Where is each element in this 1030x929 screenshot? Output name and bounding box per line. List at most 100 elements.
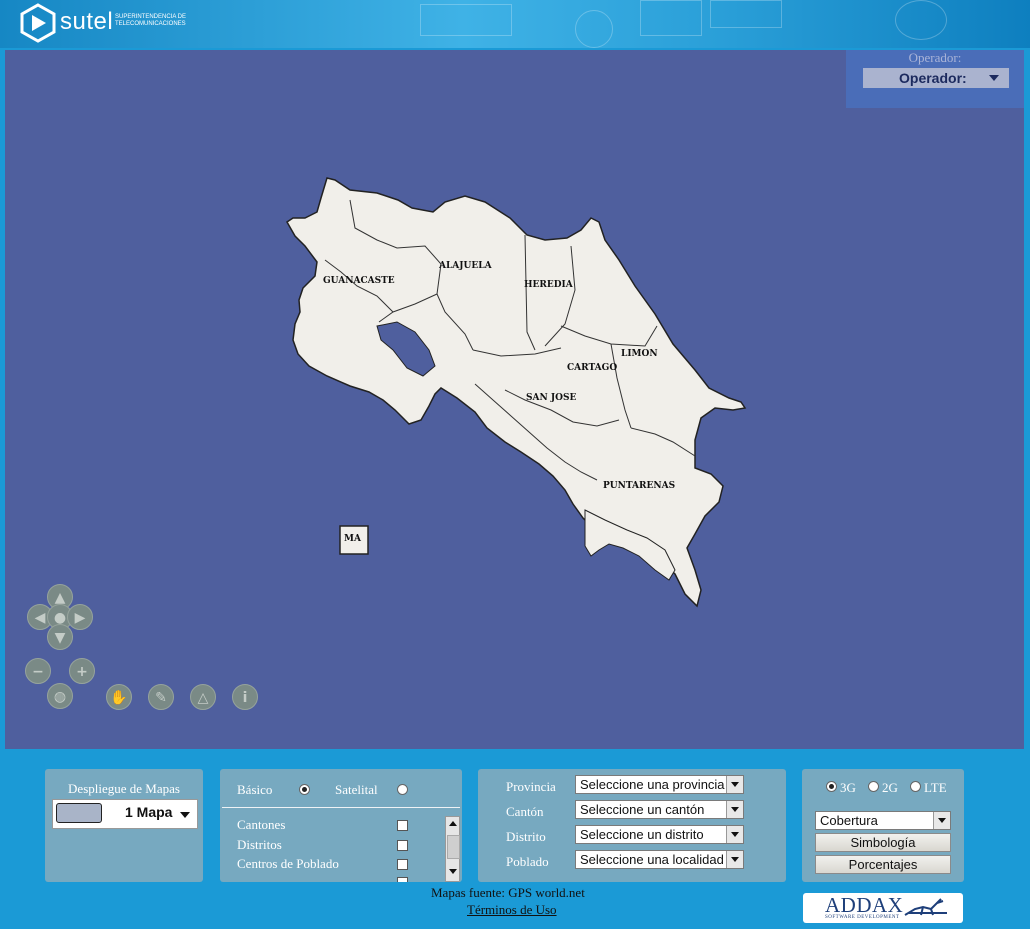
banner-decoration <box>575 10 613 48</box>
provincia-select-value: Seleccione una provincia <box>580 777 725 792</box>
provincia-select[interactable]: Seleccione una provincia <box>575 775 744 794</box>
satellite-radio[interactable] <box>397 784 408 795</box>
antelope-icon <box>904 898 947 916</box>
island-label-text: MA <box>344 534 362 544</box>
province-label-san-jose: SAN JOSE <box>526 390 596 409</box>
pan-down-button[interactable]: ▼ <box>47 624 73 650</box>
layer-checkbox-distritos[interactable] <box>397 840 408 851</box>
island-label: MA <box>344 531 368 550</box>
coverage-select[interactable]: Cobertura <box>815 811 951 830</box>
province-label: SAN JOSE <box>526 393 576 403</box>
filters-panel: Provincia Seleccione una provincia Cantó… <box>478 769 786 882</box>
canton-select-value: Seleccione un cantón <box>580 802 705 817</box>
layer-label-partial: — — — — — — <box>237 874 332 882</box>
basic-label: Básico <box>237 782 273 797</box>
province-label: CARTAGO <box>567 363 617 373</box>
tech-2g-radio[interactable] <box>868 781 879 792</box>
distrito-label: Distrito <box>506 829 546 844</box>
province-label-guanacaste: GUANACASTE <box>323 273 413 290</box>
satellite-label: Satelital <box>335 782 378 797</box>
layer-label-distritos: Distritos <box>237 837 282 852</box>
province-label-text: GUANACASTE <box>323 276 395 286</box>
chevron-down-icon <box>180 812 190 818</box>
province-label-heredia: HEREDIA <box>524 277 594 296</box>
brand-name: sutel <box>60 8 114 35</box>
percentages-button[interactable]: Porcentajes <box>815 855 951 874</box>
info-icon[interactable]: i <box>232 684 258 710</box>
brand-subtitle-line: TELECOMUNICACIONES <box>115 21 186 27</box>
tech-3g-label: 3G <box>840 780 856 795</box>
banner-decoration <box>640 0 702 36</box>
layer-checkbox-partial[interactable] <box>397 877 408 882</box>
scroll-thumb[interactable] <box>447 835 460 859</box>
layer-checkbox-cantones[interactable] <box>397 820 408 831</box>
area-measure-icon[interactable]: △ <box>190 684 216 710</box>
province-label-text: SAN JOSE <box>526 393 576 403</box>
zoom-in-button[interactable]: + <box>69 658 95 684</box>
banner-decoration <box>710 0 782 28</box>
distrito-select-value: Seleccione un distrito <box>580 827 704 842</box>
globe-icon[interactable]: ◍ <box>47 683 73 709</box>
terms-link[interactable]: Términos de Uso <box>467 902 557 918</box>
poblado-label: Poblado <box>506 854 549 869</box>
scroll-down-icon[interactable] <box>449 869 457 874</box>
layer-label-cantones: Cantones <box>237 817 286 832</box>
map-viewport[interactable]: GUANACASTE ALAJUELA HEREDIA LIMON CARTAG… <box>5 50 1024 749</box>
coverage-select-value: Cobertura <box>820 813 878 828</box>
provincia-label: Provincia <box>506 779 556 794</box>
province-label: GUANACASTE <box>323 276 395 286</box>
operator-label: Operador: <box>908 50 962 65</box>
province-label-text: ALAJUELA <box>439 261 493 271</box>
province-label-alajuela: ALAJUELA <box>438 258 519 277</box>
costa-rica-map[interactable] <box>5 50 1024 749</box>
map-count-select[interactable]: 1 Mapa <box>52 799 198 829</box>
layers-scrollbar[interactable] <box>445 816 460 882</box>
tech-lte-radio[interactable] <box>910 781 921 792</box>
province-label-text: HEREDIA <box>524 280 574 290</box>
chevron-down-icon <box>726 826 743 843</box>
chevron-down-icon <box>726 776 743 793</box>
layer-checkbox-centros[interactable] <box>397 859 408 870</box>
brand-subtitle-line: SUPERINTENDENCIA DE <box>115 14 187 20</box>
scroll-up-icon[interactable] <box>449 821 457 826</box>
poblado-select[interactable]: Seleccione una localidad <box>575 850 744 869</box>
basic-radio[interactable] <box>299 784 310 795</box>
banner-decoration <box>895 0 947 40</box>
layers-panel: Básico Satelital Cantones Distritos Cent… <box>220 769 462 882</box>
tech-3g-radio[interactable] <box>826 781 837 792</box>
province-label-cartago: CARTAGO <box>567 360 637 379</box>
province-label: PUNTARENAS <box>603 481 675 491</box>
chevron-down-icon <box>726 851 743 868</box>
map-source-text: Mapas fuente: GPS world.net <box>431 885 585 900</box>
ruler-icon[interactable]: ✎ <box>148 684 174 710</box>
addax-logo[interactable]: ADDAX SOFTWARE DEVELOPMENT <box>803 893 963 923</box>
province-label-puntarenas: PUNTARENAS <box>603 478 693 497</box>
display-panel: Despliegue de Mapas 1 Mapa <box>45 769 203 882</box>
province-label-text: LIMON <box>621 349 658 359</box>
operator-panel: Operador: Operador: <box>846 50 1024 108</box>
province-label: HEREDIA <box>524 280 574 290</box>
province-label: LIMON <box>621 349 658 359</box>
chevron-down-icon <box>933 812 950 829</box>
header-banner: sutel SUPERINTENDENCIA DE TELECOMUNICACI… <box>0 0 1030 48</box>
pan-hand-icon[interactable]: ✋ <box>106 684 132 710</box>
province-label-text: CARTAGO <box>567 363 617 373</box>
canton-label: Cantón <box>506 804 544 819</box>
zoom-out-button[interactable]: − <box>25 658 51 684</box>
operator-select[interactable]: Operador: <box>863 68 1009 88</box>
symbology-button[interactable]: Simbología <box>815 833 951 852</box>
province-label: ALAJUELA <box>438 261 493 271</box>
pan-right-button[interactable]: ▶ <box>67 604 93 630</box>
divider <box>222 807 460 808</box>
distrito-select[interactable]: Seleccione un distrito <box>575 825 744 844</box>
brand-subtitle: SUPERINTENDENCIA DE TELECOMUNICACIONES <box>110 14 186 28</box>
operator-select-value: Operador: <box>899 70 967 86</box>
display-title: Despliegue de Mapas <box>68 781 180 796</box>
chevron-down-icon <box>989 75 999 81</box>
canton-select[interactable]: Seleccione un cantón <box>575 800 744 819</box>
poblado-select-value: Seleccione una localidad <box>580 852 724 867</box>
layer-label-centros: Centros de Poblado <box>237 856 339 871</box>
map-count-value: 1 Mapa <box>125 804 173 820</box>
banner-decoration <box>420 4 512 36</box>
technology-panel: 3G 2G LTE Cobertura Simbología Porcentaj… <box>802 769 964 882</box>
